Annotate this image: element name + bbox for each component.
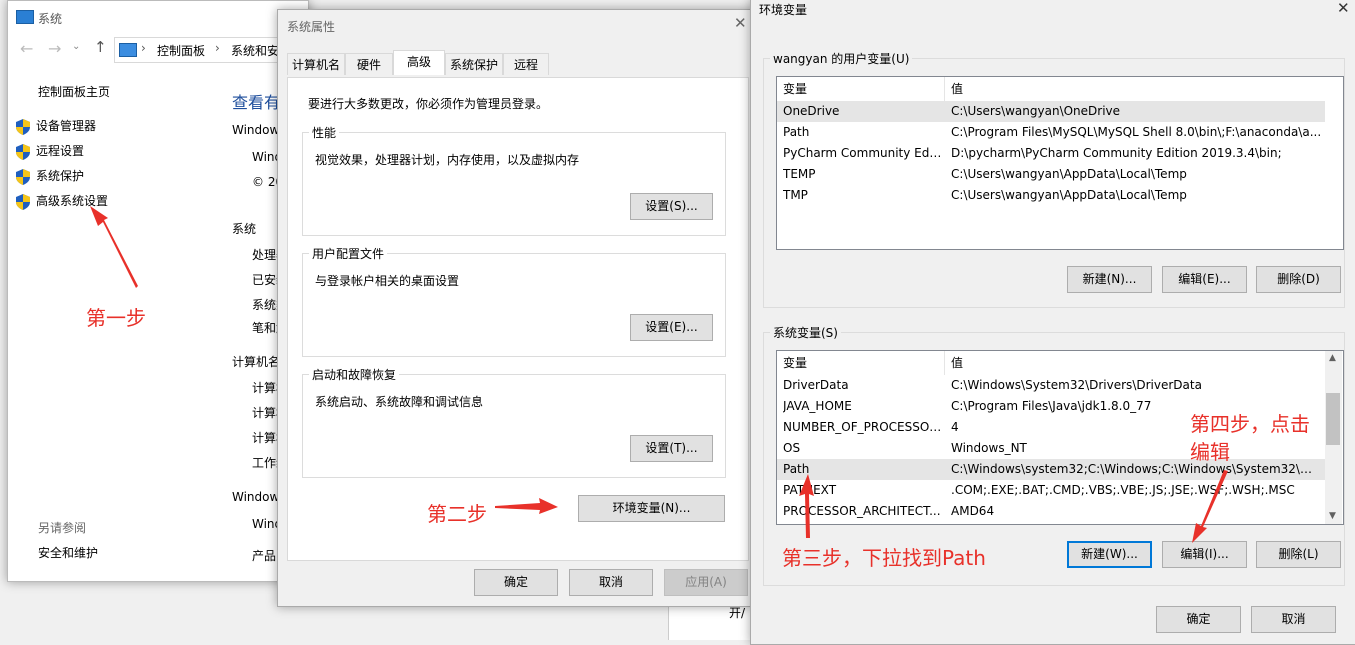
tab-advanced[interactable]: 高级: [393, 50, 445, 75]
arrow-step2-icon: [495, 498, 558, 514]
arrow-step1-icon: [90, 206, 138, 288]
arrow-step3-icon: [799, 474, 814, 538]
arrow-step4-icon: [1192, 470, 1228, 543]
annotation-arrows: [90, 206, 1228, 543]
